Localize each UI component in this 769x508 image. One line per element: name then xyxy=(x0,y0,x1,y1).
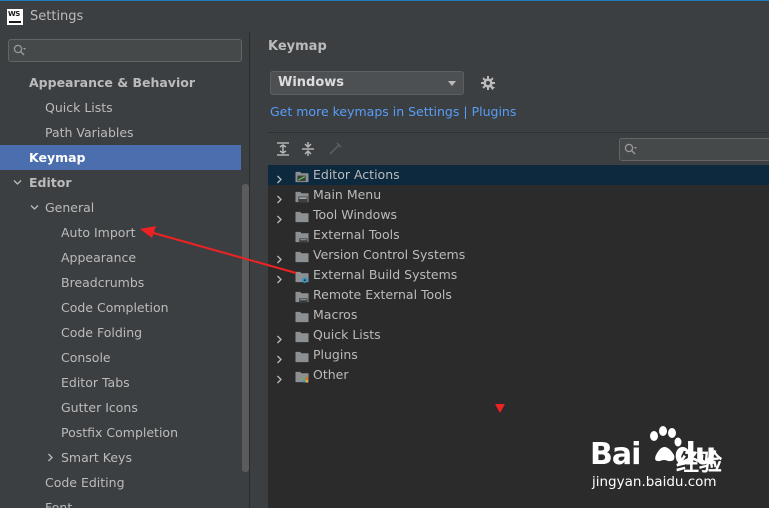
keymap-node-macros[interactable]: Macros xyxy=(268,305,769,325)
keymap-node-quick-lists[interactable]: Quick Lists xyxy=(268,325,769,345)
sidebar-item-general[interactable]: General xyxy=(0,195,250,220)
sidebar-item-label: Code Editing xyxy=(45,475,125,490)
annotation-marker xyxy=(495,404,505,413)
window-title: Settings xyxy=(30,9,84,24)
title-bar: WS Settings xyxy=(0,0,769,32)
keymap-node-other[interactable]: Other xyxy=(268,365,769,385)
sidebar-item-breadcrumbs[interactable]: Breadcrumbs xyxy=(0,270,250,295)
sidebar-item-label: Quick Lists xyxy=(45,100,113,115)
keymap-node-version-control-systems[interactable]: Version Control Systems xyxy=(268,245,769,265)
keymap-node-tool-windows[interactable]: Tool Windows xyxy=(268,205,769,225)
sidebar-item-label: Font xyxy=(45,500,73,508)
get-more-keymaps-link[interactable]: Get more keymaps in Settings xyxy=(270,104,459,119)
sidebar-item-label: Gutter Icons xyxy=(61,400,138,415)
chevron-down-icon[interactable] xyxy=(30,195,40,220)
search-icon xyxy=(624,143,637,155)
sidebar-item-label: General xyxy=(45,200,95,215)
sidebar-item-code-completion[interactable]: Code Completion xyxy=(0,295,250,320)
keymap-node-label: Tool Windows xyxy=(313,207,398,222)
sidebar-item-label: Postfix Completion xyxy=(61,425,178,440)
sidebar-item-label: Path Variables xyxy=(45,125,134,140)
settings-sidebar: Appearance & Behavior Quick Lists Path Var… xyxy=(0,32,250,508)
plugins-link[interactable]: Plugins xyxy=(472,104,517,119)
edit-shortcut-icon[interactable] xyxy=(327,141,343,157)
sidebar-item-label: Smart Keys xyxy=(61,450,132,465)
keymap-node-label: External Build Systems xyxy=(313,267,458,282)
sidebar-item-gutter-icons[interactable]: Gutter Icons xyxy=(0,395,250,420)
keymap-node-plugins[interactable]: Plugins xyxy=(268,345,769,365)
watermark-url: jingyan.baidu.com xyxy=(592,474,717,490)
keymap-select-value: Windows xyxy=(278,75,345,90)
sidebar-item-label: Console xyxy=(61,350,111,365)
search-icon xyxy=(13,44,26,56)
sidebar-item-code-editing[interactable]: Code Editing xyxy=(0,470,250,495)
sidebar-item-label: Auto Import xyxy=(61,225,136,240)
keymap-node-remote-external-tools[interactable]: Remote External Tools xyxy=(268,285,769,305)
keymap-node-label: Main Menu xyxy=(313,187,382,202)
sidebar-item-label: Keymap xyxy=(29,150,86,165)
keymap-node-external-tools[interactable]: External Tools xyxy=(268,225,769,245)
get-keymaps-links: Get more keymaps in Settings | Plugins xyxy=(270,104,516,119)
keymap-node-external-build-systems[interactable]: External Build Systems xyxy=(268,265,769,285)
keymap-filter-input[interactable] xyxy=(619,138,769,161)
sidebar-item-label: Appearance & Behavior xyxy=(29,75,195,90)
keymap-select[interactable]: Windows xyxy=(270,71,464,95)
keymap-node-label: Quick Lists xyxy=(313,327,381,342)
sidebar-item-keymap[interactable]: Keymap xyxy=(0,145,241,170)
sidebar-item-label: Editor xyxy=(29,175,72,190)
other-folder-icon xyxy=(294,369,310,389)
collapse-all-icon[interactable] xyxy=(300,141,316,157)
sidebar-item-editor[interactable]: Editor xyxy=(0,170,250,195)
chevron-right-icon[interactable] xyxy=(46,445,56,470)
sidebar-item-console[interactable]: Console xyxy=(0,345,250,370)
chevron-down-icon xyxy=(448,81,456,86)
sidebar-item-smart-keys[interactable]: Smart Keys xyxy=(0,445,250,470)
chevron-right-icon[interactable] xyxy=(275,370,284,390)
keymap-node-label: Macros xyxy=(313,307,358,322)
chevron-down-icon[interactable] xyxy=(13,170,23,195)
keymap-node-label: Editor Actions xyxy=(313,167,400,182)
sidebar-item-code-folding[interactable]: Code Folding xyxy=(0,320,250,345)
baidu-watermark-logo: Bai du 经验 jingyan.baidu.com xyxy=(590,425,765,495)
sidebar-item-appearance-behavior[interactable]: Appearance & Behavior xyxy=(0,70,250,95)
settings-search-input[interactable] xyxy=(8,39,242,62)
sidebar-item-postfix-completion[interactable]: Postfix Completion xyxy=(0,420,250,445)
sidebar-item-label: Code Folding xyxy=(61,325,143,340)
watermark-cn: 经验 xyxy=(676,450,722,476)
keymap-node-editor-actions[interactable]: Editor Actions xyxy=(268,165,769,185)
sidebar-item-label: Breadcrumbs xyxy=(61,275,145,290)
sidebar-item-label: Editor Tabs xyxy=(61,375,130,390)
sidebar-item-font[interactable]: Font xyxy=(0,495,250,508)
link-separator: | xyxy=(463,104,468,119)
sidebar-item-quick-lists[interactable]: Quick Lists xyxy=(0,95,250,120)
divider xyxy=(268,132,769,133)
page-title: Keymap xyxy=(268,39,327,54)
keymap-node-label: External Tools xyxy=(313,227,400,242)
webstorm-logo-icon: WS xyxy=(7,8,23,25)
keymap-node-label: Plugins xyxy=(313,347,358,362)
sidebar-scrollbar-thumb[interactable] xyxy=(242,184,249,472)
sidebar-item-appearance[interactable]: Appearance xyxy=(0,245,250,270)
sidebar-item-label: Appearance xyxy=(61,250,137,265)
sidebar-item-path-variables[interactable]: Path Variables xyxy=(0,120,250,145)
keymap-node-label: Remote External Tools xyxy=(313,287,452,302)
sidebar-item-auto-import[interactable]: Auto Import xyxy=(0,220,250,245)
keymap-node-label: Other xyxy=(313,367,349,382)
sidebar-item-editor-tabs[interactable]: Editor Tabs xyxy=(0,370,250,395)
sidebar-item-label: Code Completion xyxy=(61,300,169,315)
gear-icon[interactable] xyxy=(480,75,496,91)
keymap-node-main-menu[interactable]: Main Menu xyxy=(268,185,769,205)
expand-all-icon[interactable] xyxy=(275,141,291,157)
keymap-node-label: Version Control Systems xyxy=(313,247,466,262)
